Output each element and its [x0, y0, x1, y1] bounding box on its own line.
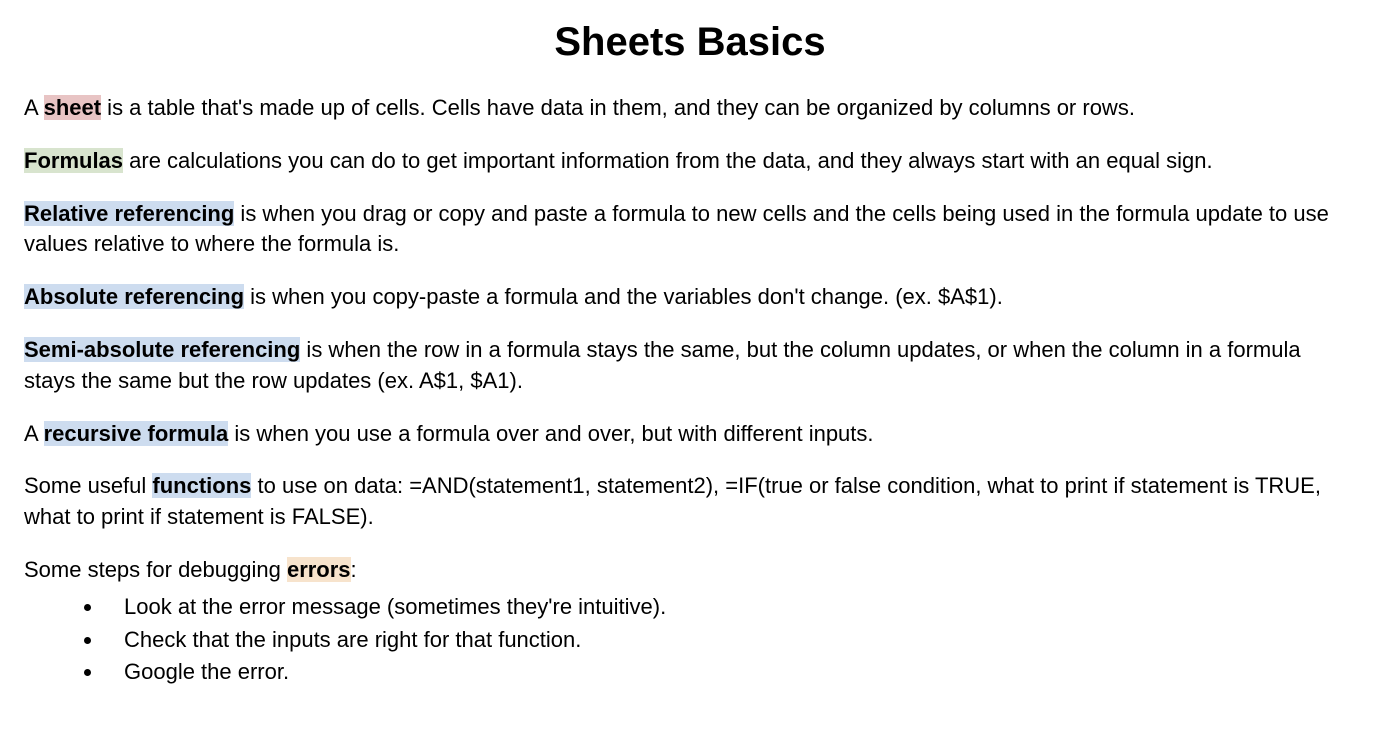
- term-functions: functions: [152, 473, 251, 498]
- text: :: [351, 557, 357, 582]
- term-absolute-referencing: Absolute referencing: [24, 284, 244, 309]
- term-errors: errors: [287, 557, 351, 582]
- text: is when you copy-paste a formula and the…: [244, 284, 1003, 309]
- term-formulas: Formulas: [24, 148, 123, 173]
- text: is when you use a formula over and over,…: [228, 421, 873, 446]
- paragraph-sheet: A sheet is a table that's made up of cel…: [24, 93, 1356, 124]
- text: Some steps for debugging: [24, 557, 287, 582]
- paragraph-recursive-formula: A recursive formula is when you use a fo…: [24, 419, 1356, 450]
- paragraph-absolute-referencing: Absolute referencing is when you copy-pa…: [24, 282, 1356, 313]
- page-title: Sheets Basics: [24, 20, 1356, 65]
- term-sheet: sheet: [44, 95, 101, 120]
- list-item: Check that the inputs are right for that…: [104, 625, 1356, 656]
- list-item: Google the error.: [104, 657, 1356, 688]
- text: A: [24, 421, 44, 446]
- paragraph-semi-absolute-referencing: Semi-absolute referencing is when the ro…: [24, 335, 1356, 397]
- paragraph-relative-referencing: Relative referencing is when you drag or…: [24, 199, 1356, 261]
- text: A: [24, 95, 44, 120]
- text: are calculations you can do to get impor…: [123, 148, 1213, 173]
- term-recursive-formula: recursive formula: [44, 421, 229, 446]
- paragraph-formulas: Formulas are calculations you can do to …: [24, 146, 1356, 177]
- list-item: Look at the error message (sometimes the…: [104, 592, 1356, 623]
- paragraph-functions: Some useful functions to use on data: =A…: [24, 471, 1356, 533]
- term-semi-absolute-referencing: Semi-absolute referencing: [24, 337, 300, 362]
- term-relative-referencing: Relative referencing: [24, 201, 234, 226]
- paragraph-errors: Some steps for debugging errors:: [24, 555, 1356, 586]
- error-steps-list: Look at the error message (sometimes the…: [24, 592, 1356, 688]
- text: is a table that's made up of cells. Cell…: [101, 95, 1135, 120]
- text: Some useful: [24, 473, 152, 498]
